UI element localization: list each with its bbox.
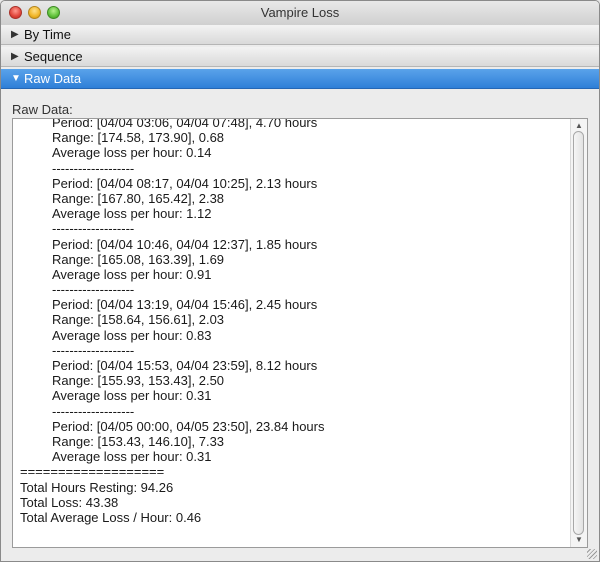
vertical-scrollbar[interactable]: ▲ ▼ bbox=[570, 119, 587, 547]
app-window: Vampire Loss ▶ By Time ▶ Sequence ▼ Raw … bbox=[0, 0, 600, 562]
raw-data-line: ------------------- bbox=[52, 403, 135, 419]
raw-data-line: =================== bbox=[20, 464, 165, 480]
scroll-thumb[interactable] bbox=[573, 131, 584, 535]
raw-data-line: Period: [04/04 03:06, 04/04 07:48], 4.70… bbox=[52, 118, 318, 130]
raw-data-line: ------------------- bbox=[52, 160, 135, 176]
raw-data-line: Period: [04/04 13:19, 04/04 15:46], 2.45… bbox=[52, 297, 318, 313]
raw-data-line: Range: [174.58, 173.90], 0.68 bbox=[52, 130, 225, 146]
scroll-up-arrow-icon[interactable]: ▲ bbox=[574, 121, 584, 131]
section-sequence[interactable]: ▶ Sequence bbox=[1, 47, 599, 67]
raw-data-line: ------------------- bbox=[52, 221, 135, 237]
disclosure-collapsed-icon: ▶ bbox=[11, 51, 19, 62]
raw-data-line: Total Average Loss / Hour: 0.46 bbox=[20, 509, 202, 525]
raw-data-line: ------------------- bbox=[52, 342, 135, 358]
raw-data-line: Total Loss: 43.38 bbox=[20, 494, 119, 510]
raw-data-line: Average loss per hour: 0.91 bbox=[52, 266, 212, 282]
raw-data-line: Range: [165.08, 163.39], 1.69 bbox=[52, 251, 225, 267]
section-by-time[interactable]: ▶ By Time bbox=[1, 25, 599, 45]
raw-data-line: Average loss per hour: 1.12 bbox=[52, 206, 212, 222]
raw-data-line: Range: [167.80, 165.42], 2.38 bbox=[52, 190, 225, 206]
section-label: Sequence bbox=[24, 49, 83, 64]
raw-data-line: Total Hours Resting: 94.26 bbox=[20, 479, 174, 495]
raw-data-line: ------------------- bbox=[52, 282, 135, 298]
raw-data-line: Average loss per hour: 0.83 bbox=[52, 327, 212, 343]
raw-data-line: Period: [04/05 00:00, 04/05 23:50], 23.8… bbox=[52, 418, 325, 434]
resize-grip-icon[interactable] bbox=[587, 549, 597, 559]
title-bar: Vampire Loss bbox=[1, 1, 599, 26]
raw-data-line: Period: [04/04 15:53, 04/04 23:59], 8.12… bbox=[52, 358, 318, 373]
raw-data-line: Average loss per hour: 0.14 bbox=[52, 145, 212, 161]
disclosure-collapsed-icon: ▶ bbox=[11, 29, 19, 40]
window-title: Vampire Loss bbox=[260, 5, 340, 20]
section-raw-data[interactable]: ▼ Raw Data bbox=[1, 69, 599, 89]
raw-data-line: Average loss per hour: 0.31 bbox=[52, 388, 212, 404]
section-label: Raw Data bbox=[24, 71, 82, 86]
raw-data-label: Raw Data: bbox=[12, 102, 73, 117]
raw-data-line: Period: [04/04 10:46, 04/04 12:37], 1.85… bbox=[52, 236, 318, 252]
disclosure-expanded-icon: ▼ bbox=[11, 73, 21, 84]
raw-data-line: Period: [04/04 08:17, 04/04 10:25], 2.13… bbox=[52, 175, 318, 191]
raw-data-line: Range: [155.93, 153.43], 2.50 bbox=[52, 373, 225, 389]
scroll-down-arrow-icon[interactable]: ▼ bbox=[574, 535, 584, 545]
raw-data-text-area[interactable]: Period: [04/04 03:06, 04/04 07:48], 4.70… bbox=[12, 118, 588, 548]
raw-data-text: Period: [04/04 03:06, 04/04 07:48], 4.70… bbox=[20, 118, 565, 525]
raw-data-line: Range: [158.64, 156.61], 2.03 bbox=[52, 312, 225, 328]
section-label: By Time bbox=[24, 27, 71, 42]
raw-data-line: Average loss per hour: 0.31 bbox=[52, 449, 212, 465]
raw-data-line: Range: [153.43, 146.10], 7.33 bbox=[52, 433, 225, 449]
